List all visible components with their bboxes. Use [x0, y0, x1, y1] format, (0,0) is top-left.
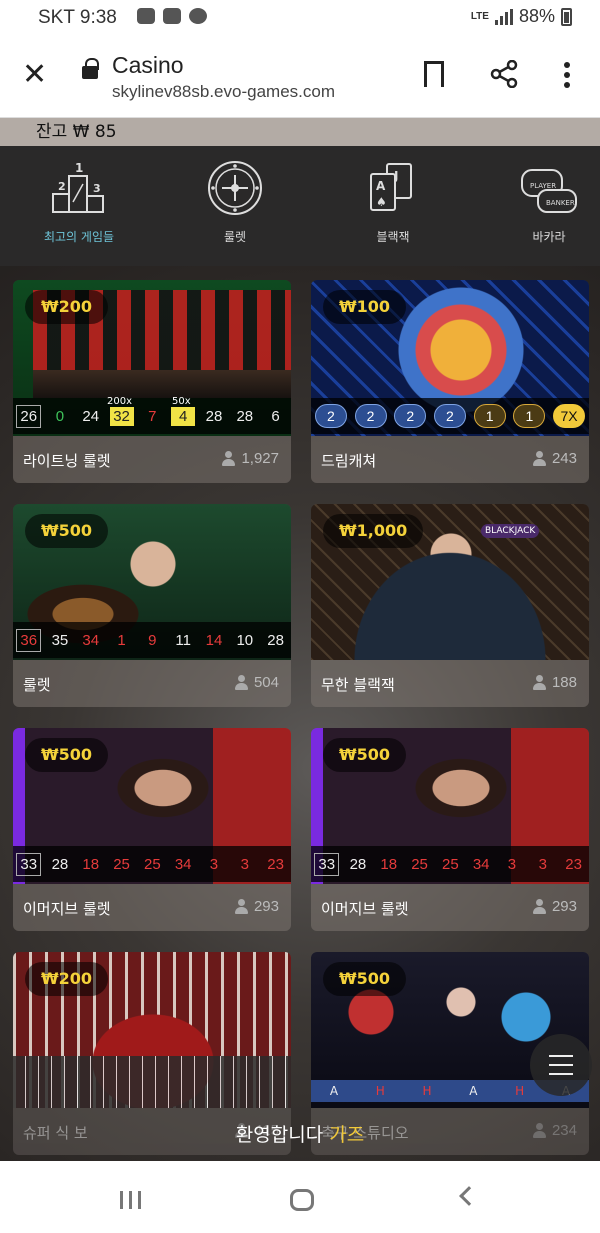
game-card[interactable]: ₩500 36 35 34 1 9 11 14 10 28 룰렛 504 — [13, 504, 291, 707]
svg-text:2: 2 — [58, 180, 66, 193]
game-footer: 무한 블랙잭 188 — [311, 660, 589, 707]
category-label: 바카라 — [532, 230, 566, 244]
svg-text:3: 3 — [93, 182, 101, 195]
category-roulette[interactable]: 룰렛 — [160, 158, 310, 245]
category-label: 룰렛 — [223, 230, 247, 244]
result-history: 26 0 24 32 7 4 28 28 6 — [13, 398, 291, 434]
welcome-message: 환영합니다 가즈 — [235, 1124, 365, 1146]
bet-limit: ₩200 — [25, 290, 109, 324]
person-icon — [532, 899, 546, 914]
bet-limit: ₩500 — [25, 514, 109, 548]
podium-icon: 1 2 3 — [52, 161, 104, 213]
game-footer: 이머지브 룰렛 293 — [311, 884, 589, 931]
game-name: 이머지브 룰렛 — [321, 900, 409, 918]
player-count: 293 — [532, 898, 577, 915]
game-name: 무한 블랙잭 — [321, 676, 395, 694]
person-icon — [234, 675, 248, 690]
menu-button[interactable] — [530, 1034, 592, 1096]
status-right: LTE 88% — [471, 6, 572, 27]
result-history: 33 28 18 25 25 34 3 3 23 — [311, 846, 589, 882]
person-icon — [234, 899, 248, 914]
notification-icons — [137, 8, 207, 24]
person-icon — [532, 451, 546, 466]
roulette-wheel-icon — [208, 161, 262, 215]
svg-text:BANKER: BANKER — [546, 199, 575, 207]
more-options-icon[interactable] — [564, 62, 570, 88]
lte-icon: LTE — [470, 10, 489, 22]
multiplier-label: 50x — [172, 396, 191, 407]
cards-icon: J A ♠ — [370, 163, 412, 211]
player-count: 1,927 — [222, 450, 279, 467]
game-card[interactable]: BLACKJACK ₩1,000 무한 블랙잭 188 — [311, 504, 589, 707]
game-name: 라이트닝 룰렛 — [23, 452, 111, 470]
balance-bar: 잔고 ₩ 85 — [0, 118, 600, 146]
svg-text:A: A — [376, 179, 386, 193]
chat-icon — [189, 8, 207, 24]
svg-text:1: 1 — [75, 161, 83, 175]
game-card[interactable]: ₩200 26 0 24 32 7 4 28 28 6 200x 50x 라이트… — [13, 280, 291, 483]
bet-limit: ₩500 — [323, 738, 407, 772]
player-count: 504 — [234, 674, 279, 691]
result-history: 2 2 2 2 1 1 7X — [311, 398, 589, 434]
bookmark-icon[interactable] — [424, 61, 444, 88]
category-label: 최고의 게임들 — [43, 230, 115, 244]
battery-percent: 88% — [518, 6, 555, 26]
game-footer: 룰렛 504 — [13, 660, 291, 707]
game-footer: 이머지브 룰렛 293 — [13, 884, 291, 931]
game-card[interactable]: ₩500 33 28 18 25 25 34 3 3 23 이머지브 룰렛 29… — [311, 728, 589, 931]
back-icon[interactable] — [459, 1186, 479, 1206]
baccarat-icon: PLAYER BANKER — [521, 169, 577, 213]
signal-icon — [494, 8, 513, 25]
player-count: 188 — [532, 674, 577, 691]
bet-limit: ₩500 — [25, 738, 109, 772]
status-bar: SKT 9:38 LTE 88% — [0, 0, 600, 34]
home-icon[interactable] — [290, 1189, 314, 1211]
category-bar: 1 2 3 최고의 게임들 룰렛 J A ♠ 블랙잭 PLAYER BANKER… — [0, 146, 600, 266]
person-icon — [222, 451, 236, 466]
browser-toolbar: ✕ Casino skylinev88sb.evo-games.com — [0, 34, 600, 118]
game-name: 드림캐쳐 — [321, 452, 377, 470]
game-footer: 라이트닝 룰렛 1,927 — [13, 436, 291, 483]
bet-limit: ₩100 — [323, 290, 407, 324]
player-count: 293 — [234, 898, 279, 915]
blackjack-banner: BLACKJACK — [481, 524, 540, 538]
lock-icon — [82, 58, 99, 79]
game-card[interactable]: ₩500 33 28 18 25 25 34 3 3 23 이머지브 룰렛 29… — [13, 728, 291, 931]
person-icon — [532, 675, 546, 690]
close-icon[interactable]: ✕ — [22, 60, 47, 90]
category-top-games[interactable]: 1 2 3 최고의 게임들 — [4, 158, 154, 245]
talk-icon — [137, 8, 155, 24]
user-name: 가즈 — [329, 1124, 365, 1146]
bet-limit: ₩1,000 — [323, 514, 424, 548]
share-icon[interactable] — [490, 60, 518, 88]
svg-text:PLAYER: PLAYER — [530, 182, 556, 190]
game-name: 이머지브 룰렛 — [23, 900, 111, 918]
result-history: 33 28 18 25 25 34 3 3 23 — [13, 846, 291, 882]
player-count: 243 — [532, 450, 577, 467]
multiplier-label: 200x — [107, 396, 133, 407]
game-card[interactable]: ₩100 2 2 2 2 1 1 7X 드림캐쳐 243 — [311, 280, 589, 483]
page-url[interactable]: skylinev88sb.evo-games.com — [112, 82, 335, 102]
svg-text:♠: ♠ — [376, 195, 387, 209]
bet-limit: ₩500 — [323, 962, 407, 996]
page-title: Casino — [112, 52, 184, 78]
game-footer: 드림캐쳐 243 — [311, 436, 589, 483]
result-history: 36 35 34 1 9 11 14 10 28 — [13, 622, 291, 658]
image-icon — [163, 8, 181, 24]
system-nav-bar — [0, 1161, 600, 1233]
category-baccarat[interactable]: PLAYER BANKER 바카라 — [474, 158, 600, 245]
battery-icon — [561, 7, 572, 26]
casino-lobby: 잔고 ₩ 85 1 2 3 최고의 게임들 룰렛 J A ♠ 블랙잭 PLAYE… — [0, 118, 600, 1161]
bet-limit: ₩200 — [25, 962, 109, 996]
game-name: 룰렛 — [23, 676, 51, 694]
category-blackjack[interactable]: J A ♠ 블랙잭 — [318, 158, 468, 245]
status-time: SKT 9:38 — [38, 7, 117, 28]
category-label: 블랙잭 — [376, 230, 410, 244]
recents-icon[interactable] — [120, 1191, 141, 1209]
